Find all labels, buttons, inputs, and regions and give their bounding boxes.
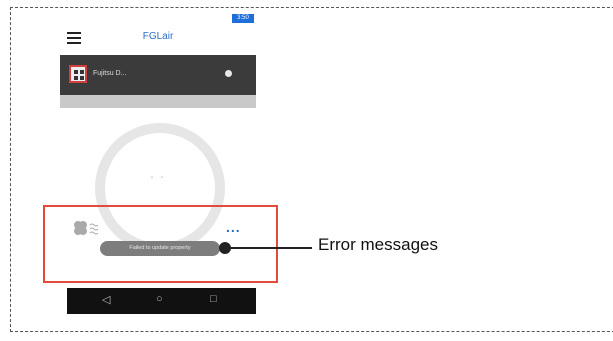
callout-label: Error messages	[318, 235, 438, 254]
device-name: Fujitsu D...	[93, 70, 127, 77]
home-icon[interactable]: ○	[156, 293, 163, 305]
divider-band	[60, 95, 256, 108]
status-time: 3:50	[232, 14, 254, 23]
device-icon	[69, 65, 87, 83]
temperature-value: - -	[150, 172, 166, 183]
recent-apps-icon[interactable]: □	[210, 293, 217, 305]
power-icon[interactable]	[225, 70, 232, 77]
callout-line	[230, 247, 312, 249]
app-title: FGLair	[142, 31, 174, 42]
error-highlight-box	[43, 205, 278, 283]
back-icon[interactable]: ◁	[102, 293, 110, 306]
android-nav-bar: ◁ ○ □	[67, 288, 256, 314]
device-bar[interactable]: Fujitsu D...	[60, 55, 256, 95]
app-bar: FGLair	[60, 23, 256, 55]
